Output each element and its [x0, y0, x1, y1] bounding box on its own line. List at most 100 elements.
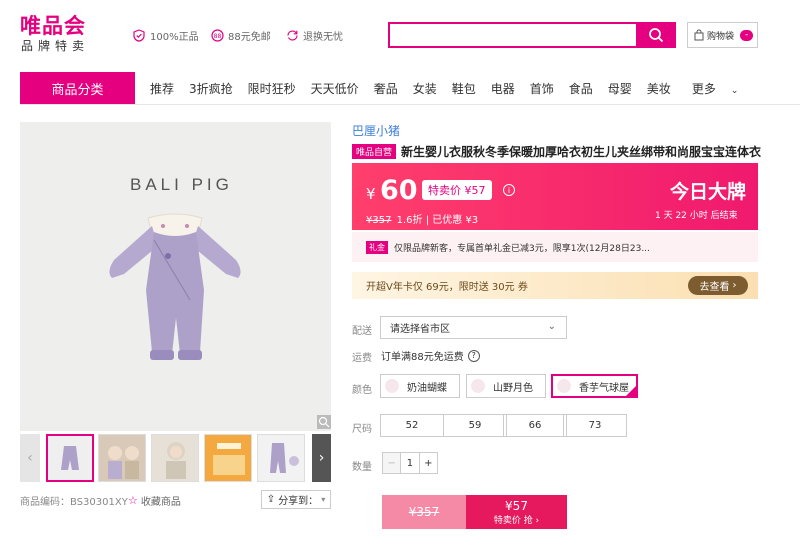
size-option[interactable]: 52 — [380, 414, 444, 437]
color-option-selected[interactable]: 香芋气球屋 — [551, 374, 638, 398]
thumbnail[interactable] — [46, 434, 94, 482]
nav-more-label: 更多 — [691, 81, 716, 96]
search-icon — [649, 28, 664, 43]
promise-label: 100%正品 — [150, 32, 199, 43]
nav-item[interactable]: 限时狂秒 — [248, 80, 296, 97]
color-option-label: 香芋气球屋 — [579, 382, 629, 394]
share-label: 分享到： — [278, 496, 319, 507]
buy-original-price: ¥357 — [408, 505, 440, 519]
size-option[interactable]: 66 — [503, 414, 567, 437]
thumbnail[interactable] — [257, 434, 305, 482]
promise-label: 退换无忧 — [303, 32, 343, 43]
today-brand-label: 今日大牌 — [670, 181, 747, 203]
vip-button-label: 去查看 — [699, 282, 730, 293]
quantity-value[interactable]: 1 — [400, 453, 420, 473]
nav-item-more[interactable]: 更多 ⌄ — [692, 80, 739, 97]
currency-symbol: ¥ — [366, 185, 376, 203]
discount-text: 1.6折 | 已优惠 ¥3 — [396, 215, 479, 226]
check-icon — [626, 386, 636, 396]
search-button[interactable] — [636, 22, 676, 48]
thumbnail[interactable] — [151, 434, 199, 482]
nav-item[interactable]: 电器 — [491, 80, 515, 97]
svg-text:88: 88 — [213, 33, 221, 40]
info-icon[interactable]: i — [503, 184, 515, 196]
buy-special-price-button[interactable]: ¥57 特卖价 抢 › — [466, 495, 567, 529]
refresh-icon — [285, 29, 299, 43]
buy-special-price: ¥57 — [505, 498, 528, 513]
nav-item[interactable]: 女装 — [413, 80, 437, 97]
address-select[interactable]: 请选择省市区 ⌄ — [380, 316, 567, 339]
category-menu-button[interactable]: 商品分类 — [20, 72, 135, 104]
nav-item[interactable]: 鞋包 — [452, 80, 476, 97]
share-icon: ⇪ — [266, 494, 276, 505]
zoom-icon[interactable] — [317, 415, 331, 429]
site-slogan: 品牌特卖 — [21, 39, 90, 53]
promise-label: 88元免邮 — [228, 32, 271, 43]
nav-item[interactable]: 美妆 — [647, 80, 671, 97]
size-label: 尺码 — [352, 424, 372, 435]
product-code: 商品编码：BS30301XY — [20, 497, 128, 508]
nav-item[interactable]: 首饰 — [530, 80, 554, 97]
favorite-button[interactable]: ☆ 收藏商品 — [128, 493, 181, 508]
coupon-text: 仅限品牌新客，专属首单礼金已减3元，限享1次(12月28日23... — [394, 243, 650, 254]
chevron-down-icon: ⌄ — [547, 321, 556, 332]
original-price: ¥357 — [366, 215, 392, 226]
color-option-label: 山野月色 — [493, 382, 533, 394]
quantity-minus-button[interactable]: − — [383, 453, 401, 473]
color-option[interactable]: 山野月色 — [466, 374, 546, 398]
quantity-plus-button[interactable]: + — [420, 453, 437, 473]
thumbs-next-button[interactable]: › — [312, 434, 331, 482]
color-swatch — [471, 379, 485, 393]
cart-label: 购物袋 — [707, 31, 735, 42]
share-button[interactable]: ⇪ 分享到： ▾ — [261, 490, 331, 509]
nav-item[interactable]: 天天低价 — [311, 80, 359, 97]
chevron-down-icon: ⌄ — [730, 85, 739, 96]
thumbnail-image — [258, 435, 304, 481]
vip-view-button[interactable]: 去查看 › — [688, 276, 748, 295]
thumbnail-image — [48, 436, 92, 480]
coin-icon: 88 — [210, 29, 224, 43]
size-option[interactable]: 73 — [563, 414, 627, 437]
address-select-value: 请选择省市区 — [390, 324, 450, 335]
delivery-label: 配送 — [352, 326, 372, 337]
special-price-badge: 特卖价 ¥57 — [422, 180, 492, 200]
freight-text: 订单满88元免运费 — [381, 352, 464, 363]
romper-illustration — [109, 213, 241, 360]
cart-button[interactable]: 购物袋 - — [687, 22, 758, 48]
favorite-label: 收藏商品 — [140, 497, 181, 508]
buy-original-price-button[interactable]: ¥357 — [382, 495, 466, 529]
cart-count-badge: - — [740, 29, 754, 41]
thumbnail[interactable] — [98, 434, 146, 482]
chevron-right-icon: › — [318, 450, 325, 466]
coupon-notice: 礼金 仅限品牌新客，专属首单礼金已减3元，限享1次(12月28日23... — [352, 232, 758, 262]
color-option-label: 奶油蝴蝶 — [407, 382, 447, 394]
quantity-label: 数量 — [352, 462, 372, 473]
brand-link[interactable]: 巴厘小猪 — [352, 122, 400, 139]
shield-icon — [132, 29, 146, 43]
search-input[interactable] — [388, 22, 636, 48]
product-title: 新生婴儿衣服秋冬季保暖加厚哈衣初生儿夹丝绑带和尚服宝宝连体衣 — [401, 145, 762, 159]
thumbs-prev-button[interactable]: ‹ — [20, 434, 40, 482]
thumbnail[interactable] — [204, 434, 252, 482]
nav-item[interactable]: 3折疯抢 — [189, 80, 233, 97]
color-option[interactable]: 奶油蝴蝶 — [380, 374, 460, 398]
nav-divider — [20, 104, 800, 105]
nav-item[interactable]: 奢品 — [374, 80, 398, 97]
bag-icon — [694, 29, 704, 41]
size-option[interactable]: 59 — [443, 414, 507, 437]
help-icon[interactable]: ? — [467, 349, 480, 362]
site-logo[interactable]: 唯品会 — [20, 10, 86, 40]
chevron-down-icon: ▾ — [321, 495, 326, 504]
main-product-image[interactable] — [20, 122, 331, 431]
freight-info: 订单满88元免运费 ? — [381, 348, 480, 363]
color-swatch — [385, 379, 399, 393]
nav-item[interactable]: 食品 — [569, 80, 593, 97]
chevron-right-icon: › — [732, 280, 737, 291]
current-price: 60 — [380, 175, 418, 206]
chevron-left-icon: ‹ — [27, 450, 33, 466]
price-panel: ¥ 60 特卖价 ¥57 i ¥357 1.6折 | 已优惠 ¥3 今日大牌 1… — [352, 163, 758, 230]
nav-item[interactable]: 推荐 — [150, 80, 174, 97]
promise-free-shipping: 88 88元免邮 — [210, 28, 271, 43]
nav-item[interactable]: 母婴 — [608, 80, 632, 97]
color-label: 颜色 — [352, 385, 372, 396]
